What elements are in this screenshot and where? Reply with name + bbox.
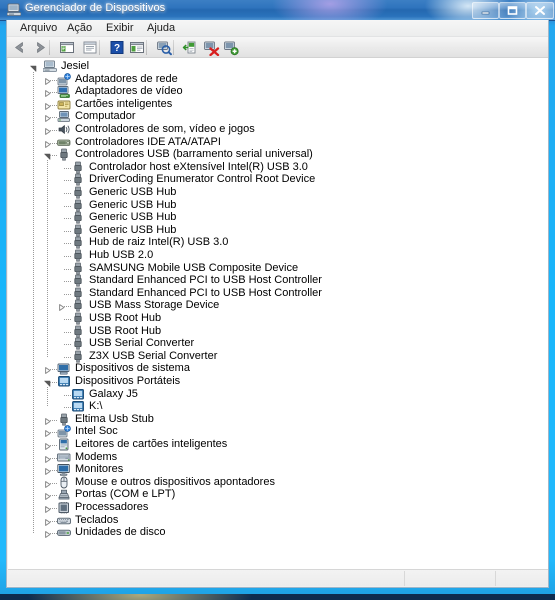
toolbar-separator (173, 40, 174, 55)
menu-bar: Arquivo Ação Exibir Ajuda (7, 20, 548, 37)
title-bar[interactable]: Gerenciador de Dispositivos (0, 0, 555, 21)
update-driver-icon[interactable] (182, 39, 200, 56)
menu-arquivo[interactable]: Arquivo (15, 22, 62, 35)
status-divider (404, 571, 405, 586)
maximize-button[interactable] (499, 2, 526, 19)
back-arrow-icon[interactable] (11, 39, 29, 56)
tree-guide (47, 386, 48, 408)
properties-icon[interactable] (81, 39, 99, 56)
scan-for-hardware-changes-icon[interactable] (155, 39, 173, 56)
svg-text:?: ? (114, 43, 120, 54)
disable-device-icon[interactable] (202, 39, 220, 57)
show-hide-console-tree-icon[interactable] (58, 39, 76, 56)
status-bar (8, 569, 548, 586)
window-title: Gerenciador de Dispositivos (25, 2, 166, 14)
close-button[interactable] (526, 2, 554, 19)
device-manager-window: Gerenciador de Dispositivos Arquivo Ação… (0, 0, 555, 594)
toolbar: ? (7, 37, 548, 58)
toolbar-separator (99, 40, 100, 55)
help-icon[interactable]: ? (108, 39, 126, 56)
tree-guide (33, 71, 34, 534)
status-divider (495, 571, 496, 586)
collapse-triangle-icon[interactable] (30, 63, 37, 72)
device-manager-icon (6, 3, 22, 16)
uninstall-device-icon[interactable] (222, 39, 240, 56)
tree-item[interactable]: Unidades de disco (8, 525, 548, 540)
window-client-area: Arquivo Ação Exibir Ajuda ? Jesiel Adapt… (6, 20, 549, 588)
menu-ajuda[interactable]: Ajuda (142, 22, 180, 35)
disk-drive-icon (57, 526, 71, 539)
menu-acao[interactable]: Ação (62, 22, 97, 35)
tree-guide (47, 159, 48, 357)
forward-arrow-icon[interactable] (31, 39, 49, 56)
desktop-background: Gerenciador de Dispositivos Arquivo Ação… (0, 0, 555, 600)
minimize-button[interactable] (472, 2, 499, 19)
device-tree[interactable]: Jesiel Adaptadores de rede Adaptadores de … (8, 58, 548, 570)
menu-exibir[interactable]: Exibir (101, 22, 139, 35)
device-properties-icon[interactable] (128, 39, 146, 56)
toolbar-separator (49, 40, 50, 55)
tree-item-label: Unidades de disco (75, 526, 166, 539)
toolbar-separator (146, 40, 147, 55)
